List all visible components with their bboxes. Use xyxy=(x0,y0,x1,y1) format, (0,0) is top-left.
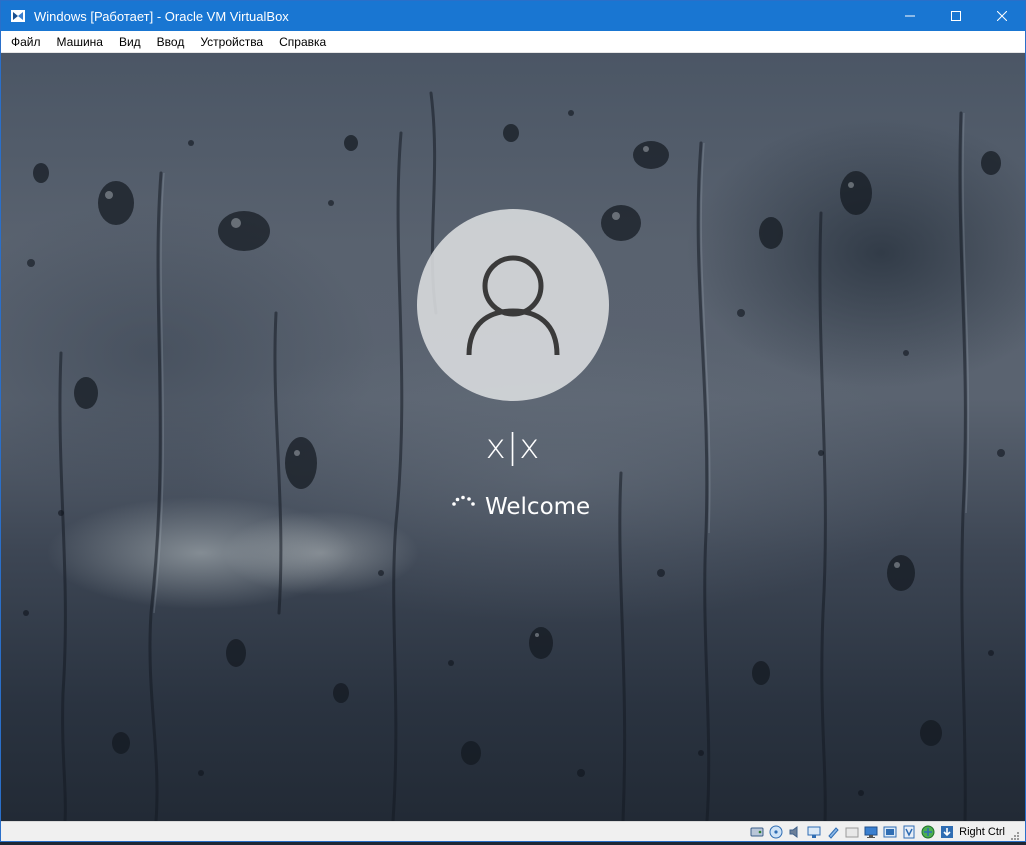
window-title: Windows [Работает] - Oracle VM VirtualBo… xyxy=(34,8,289,24)
audio-icon[interactable] xyxy=(787,824,803,840)
close-icon xyxy=(997,11,1007,21)
loading-spinner-icon xyxy=(452,495,475,506)
mouse-integration-icon[interactable] xyxy=(920,824,936,840)
usb-icon[interactable] xyxy=(825,824,841,840)
menu-help[interactable]: Справка xyxy=(271,31,334,53)
maximize-icon xyxy=(951,11,961,21)
user-avatar xyxy=(417,209,609,401)
maximize-button[interactable] xyxy=(933,1,979,31)
optical-drive-icon[interactable] xyxy=(768,824,784,840)
virtualbox-app-icon[interactable] xyxy=(9,7,27,25)
minimize-button[interactable] xyxy=(887,1,933,31)
title-bar[interactable]: Windows [Работает] - Oracle VM VirtualBo… xyxy=(1,1,1025,31)
welcome-status: Welcome xyxy=(447,491,590,523)
menu-devices[interactable]: Устройства xyxy=(192,31,271,53)
status-bar: Right Ctrl xyxy=(1,821,1025,841)
vm-screen[interactable]: x|x Welcome xyxy=(1,53,1025,821)
cpu-icon[interactable] xyxy=(901,824,917,840)
host-key-label[interactable]: Right Ctrl xyxy=(959,826,1005,838)
display-icon[interactable] xyxy=(863,824,879,840)
virtualbox-window: Windows [Работает] - Oracle VM VirtualBo… xyxy=(0,0,1026,842)
resize-grip-icon[interactable] xyxy=(1009,827,1019,840)
menu-machine[interactable]: Машина xyxy=(49,31,111,53)
shared-folders-icon[interactable] xyxy=(844,824,860,840)
menu-view[interactable]: Вид xyxy=(111,31,149,53)
menu-file[interactable]: Файл xyxy=(3,31,49,53)
menu-input[interactable]: Ввод xyxy=(149,31,193,53)
menu-bar: Файл Машина Вид Ввод Устройства Справка xyxy=(1,31,1025,53)
minimize-icon xyxy=(905,15,915,17)
network-icon[interactable] xyxy=(806,824,822,840)
keyboard-capture-icon[interactable] xyxy=(939,824,955,840)
username-label: x|x xyxy=(485,427,541,467)
video-capture-icon[interactable] xyxy=(882,824,898,840)
welcome-text: Welcome xyxy=(485,494,591,520)
user-icon xyxy=(466,255,560,356)
hard-disk-icon[interactable] xyxy=(749,824,765,840)
close-button[interactable] xyxy=(979,1,1025,31)
